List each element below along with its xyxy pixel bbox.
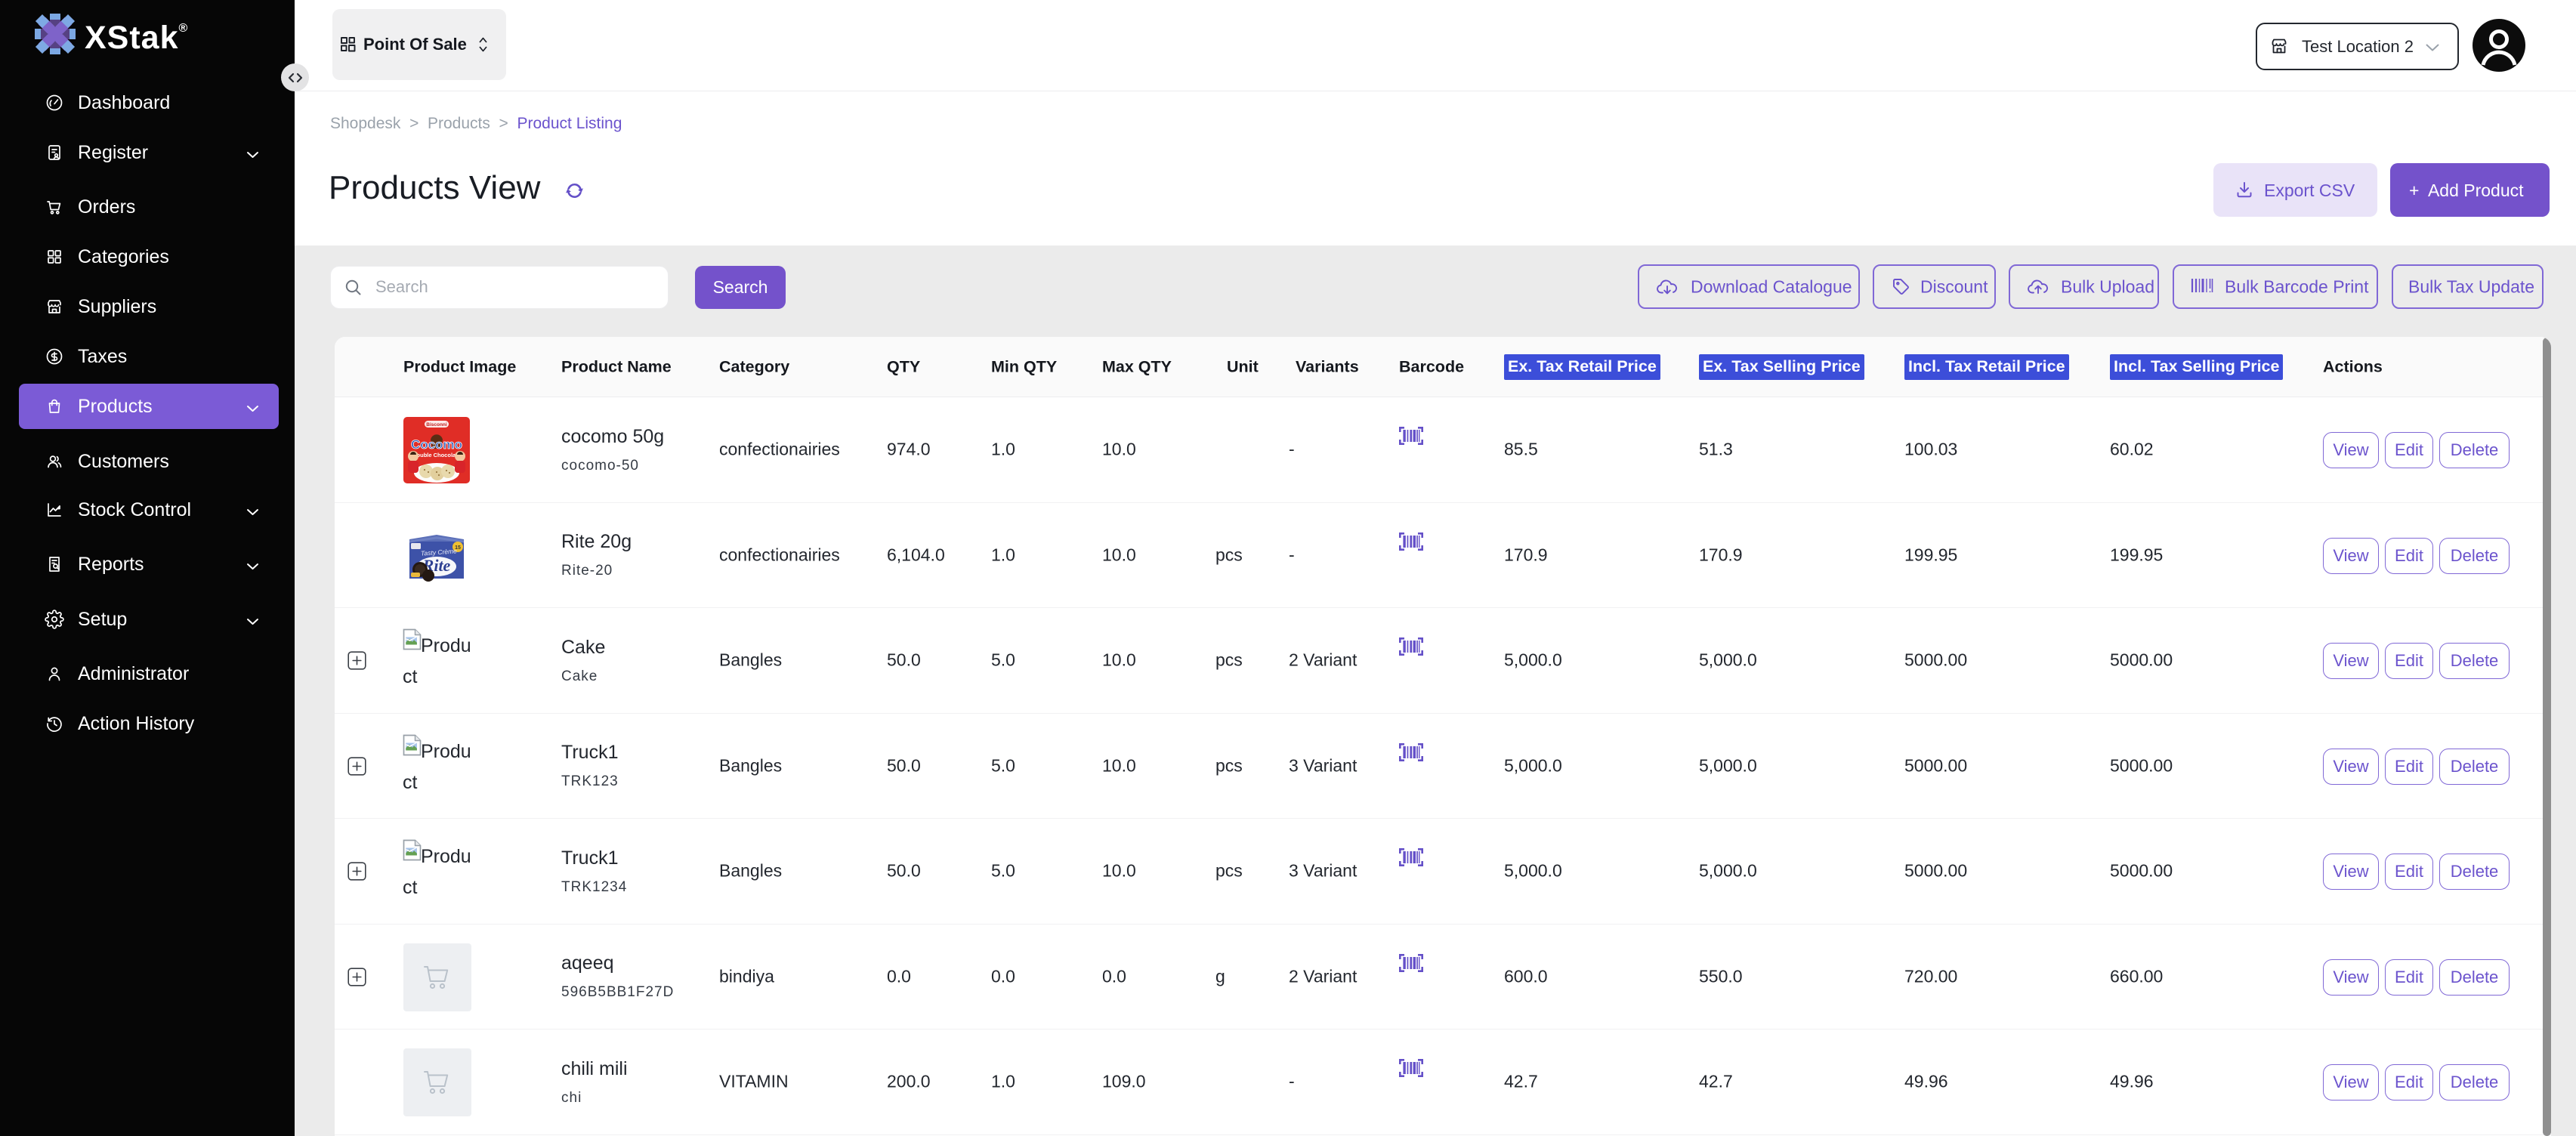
svg-text:Double Chocolate: Double Chocolate (412, 452, 461, 458)
svg-text:Bisconni: Bisconni (426, 422, 447, 428)
svg-text:Cocomo: Cocomo (411, 437, 462, 452)
